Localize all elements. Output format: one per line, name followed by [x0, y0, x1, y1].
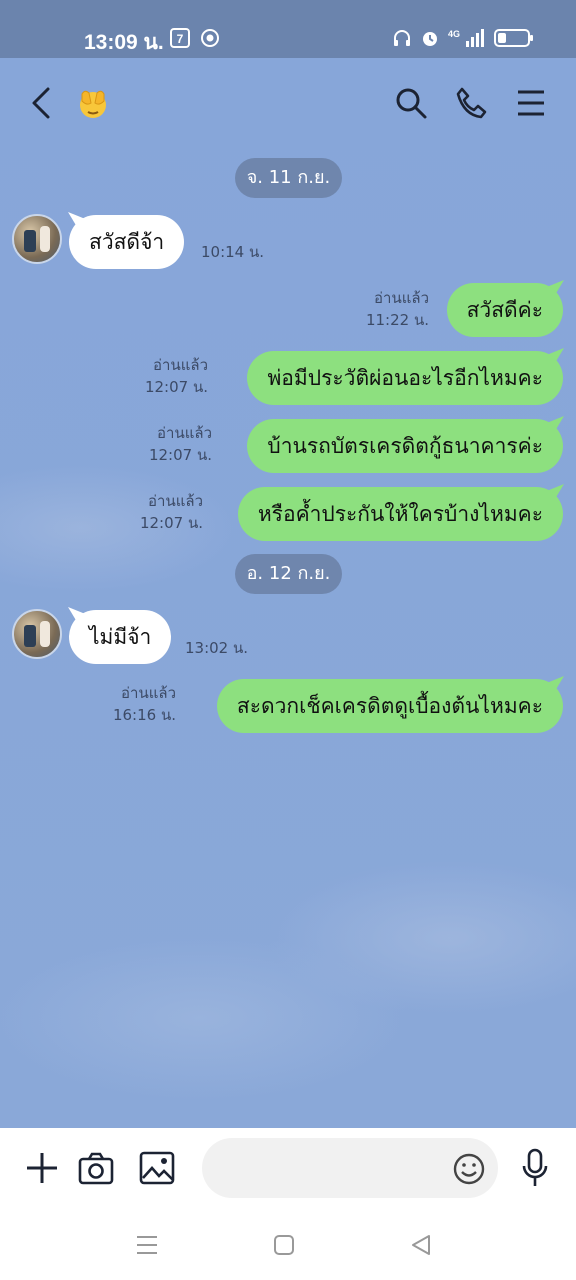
recent-apps-icon[interactable] — [136, 1234, 158, 1256]
read-receipt: อ่านแล้ว — [148, 492, 203, 510]
message-bubble-outgoing[interactable]: บ้านรถบัตรเครดิตกู้ธนาคารค่ะ — [247, 419, 563, 473]
back-icon[interactable] — [28, 86, 54, 120]
read-receipt: อ่านแล้ว — [153, 356, 208, 374]
headphones-icon — [394, 30, 410, 46]
network-label: 4G — [448, 29, 460, 39]
microphone-icon[interactable] — [520, 1148, 550, 1188]
message-time: 12:07 น. — [139, 514, 203, 532]
menu-icon[interactable] — [516, 88, 546, 118]
system-nav-bar — [0, 1210, 576, 1280]
date-separator: จ. 11 ก.ย. — [235, 158, 342, 198]
chat-header — [0, 58, 576, 148]
message-time: 13:02 น. — [185, 639, 249, 657]
battery-fill — [498, 33, 507, 43]
avatar[interactable] — [12, 214, 62, 264]
search-icon[interactable] — [394, 86, 428, 120]
svg-text:7: 7 — [177, 32, 184, 46]
message-bubble-incoming[interactable]: ไม่มีจ้า — [69, 610, 172, 664]
seven-eleven-app-icon: 7 — [170, 28, 190, 48]
image-icon[interactable] — [139, 1150, 175, 1186]
emoji-icon[interactable] — [452, 1152, 486, 1186]
status-right: 4G — [392, 28, 533, 48]
hiding-face-emoji — [80, 90, 106, 118]
camera-icon[interactable] — [78, 1150, 114, 1186]
message-bubble-outgoing[interactable]: สะดวกเช็คเครดิตดูเบื้องต้นไหมคะ — [216, 679, 563, 733]
chrome-app-icon — [201, 29, 219, 47]
message-time: 12:07 น. — [148, 446, 212, 464]
message-time: 11:22 น. — [365, 311, 429, 329]
alarm-icon — [423, 32, 437, 46]
status-time: 13:09 น. — [84, 31, 164, 54]
avatar[interactable] — [12, 609, 62, 659]
message-bubble-incoming[interactable]: สวัสดีจ้า — [69, 215, 185, 269]
message-bubble-outgoing[interactable]: หรือค้ำประกันให้ใครบ้างไหมคะ — [237, 487, 563, 541]
message-time: 10:14 น. — [201, 243, 265, 261]
chat-area: จ. 11 ก.ย. สวัสดีจ้า 10:14 น. อ่านแล้ว 1… — [0, 58, 576, 1128]
read-receipt: อ่านแล้ว — [374, 289, 429, 307]
message-time: 16:16 น. — [112, 706, 176, 724]
status-app-icons: 7 — [170, 28, 220, 48]
date-separator: อ. 12 ก.ย. — [235, 554, 342, 594]
plus-icon[interactable] — [24, 1150, 60, 1186]
battery-icon — [494, 29, 533, 47]
composer-bar — [0, 1128, 576, 1210]
signal-4g-icon: 4G — [448, 29, 484, 47]
status-bar: 13:09 น. 7 4G — [0, 0, 576, 58]
read-receipt: อ่านแล้ว — [121, 684, 176, 702]
phone-icon[interactable] — [454, 86, 488, 120]
message-bubble-outgoing[interactable]: สวัสดีค่ะ — [446, 283, 563, 337]
read-receipt: อ่านแล้ว — [157, 424, 212, 442]
message-bubble-outgoing[interactable]: พ่อมีประวัติผ่อนอะไรอีกไหมคะ — [247, 351, 563, 405]
home-icon[interactable] — [274, 1235, 294, 1255]
back-nav-icon[interactable] — [411, 1234, 431, 1256]
message-time: 12:07 น. — [144, 378, 208, 396]
